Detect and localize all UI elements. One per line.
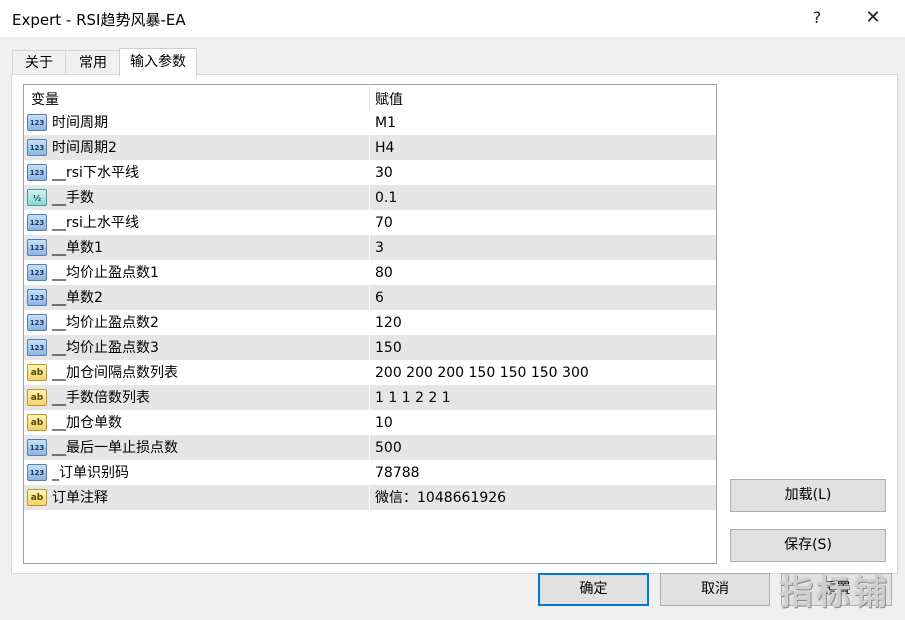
variable-name: __手数倍数列表 <box>52 390 150 406</box>
integer-type-icon: 123 <box>27 314 47 331</box>
variable-value[interactable]: 120 <box>375 311 402 336</box>
variable-value[interactable]: 80 <box>375 261 393 286</box>
ok-button[interactable]: 确定 <box>538 573 649 606</box>
variable-value[interactable]: 微信：1048661926 <box>375 486 506 511</box>
variable-value[interactable]: 6 <box>375 286 384 311</box>
cell-divider <box>369 236 370 261</box>
window-title: Expert - RSI趋势风暴-EA <box>12 11 186 29</box>
table-row[interactable]: 123 __rsi上水平线 70 <box>24 211 716 236</box>
variable-name: __加仓间隔点数列表 <box>52 365 178 381</box>
integer-type-icon: 123 <box>27 439 47 456</box>
title-bar: Expert - RSI趋势风暴-EA ? ✕ <box>0 0 905 37</box>
table-row[interactable]: 123 __均价止盈点数2 120 <box>24 311 716 336</box>
tab-inputs[interactable]: 输入参数 <box>119 48 197 77</box>
table-row[interactable]: ab __手数倍数列表 1 1 1 2 2 1 <box>24 386 716 411</box>
cancel-button[interactable]: 取消 <box>660 573 770 606</box>
tab-about[interactable]: 关于 <box>12 50 66 75</box>
cell-divider <box>369 136 370 161</box>
table-row[interactable]: 123 时间周期 M1 <box>24 111 716 136</box>
cell-divider <box>369 286 370 311</box>
variable-name: 时间周期 <box>52 115 108 131</box>
variable-value[interactable]: 30 <box>375 161 393 186</box>
double-type-icon: ½ <box>27 189 47 206</box>
cell-divider <box>369 386 370 411</box>
variable-value[interactable]: 200 200 200 150 150 150 300 <box>375 361 589 386</box>
cell-divider <box>369 461 370 486</box>
string-type-icon: ab <box>27 489 47 506</box>
cell-divider <box>369 336 370 361</box>
table-row[interactable]: ½ __手数 0.1 <box>24 186 716 211</box>
table-row[interactable]: 123 __均价止盈点数3 150 <box>24 336 716 361</box>
variable-name: __均价止盈点数1 <box>52 265 159 281</box>
variable-name: __加仓单数 <box>52 415 122 431</box>
table-row[interactable]: 123 时间周期2 H4 <box>24 136 716 161</box>
grid-header: 变量 赋值 <box>24 85 716 111</box>
variable-name: 时间周期2 <box>52 140 117 156</box>
variable-name: __单数1 <box>52 240 103 256</box>
integer-type-icon: 123 <box>27 164 47 181</box>
column-header-variable[interactable]: 变量 <box>31 85 59 111</box>
integer-type-icon: 123 <box>27 139 47 156</box>
variable-value[interactable]: M1 <box>375 111 396 136</box>
variable-name: 订单注释 <box>52 490 108 506</box>
integer-type-icon: 123 <box>27 114 47 131</box>
variable-value[interactable]: 3 <box>375 236 384 261</box>
variable-value[interactable]: 70 <box>375 211 393 236</box>
watermark-logo: 指标铺 <box>779 573 890 613</box>
table-row[interactable]: 123 __单数2 6 <box>24 286 716 311</box>
integer-type-icon: 123 <box>27 289 47 306</box>
cell-divider <box>369 361 370 386</box>
variable-value[interactable]: 10 <box>375 411 393 436</box>
cell-divider <box>369 111 370 136</box>
variable-name: _订单识别码 <box>52 465 129 481</box>
table-row[interactable]: 123 __单数1 3 <box>24 236 716 261</box>
integer-type-icon: 123 <box>27 264 47 281</box>
table-row[interactable]: 123 _订单识别码 78788 <box>24 461 716 486</box>
cell-divider <box>369 161 370 186</box>
save-button[interactable]: 保存(S) <box>730 529 886 562</box>
variable-name: __rsi上水平线 <box>52 215 139 231</box>
cell-divider <box>369 211 370 236</box>
variable-value[interactable]: 1 1 1 2 2 1 <box>375 386 451 411</box>
variable-name: __最后一单止损点数 <box>52 440 178 456</box>
cell-divider <box>369 411 370 436</box>
tab-common[interactable]: 常用 <box>65 50 121 75</box>
close-button[interactable]: ✕ <box>851 4 895 32</box>
cell-divider <box>369 436 370 461</box>
table-row[interactable]: ab __加仓单数 10 <box>24 411 716 436</box>
cell-divider <box>369 311 370 336</box>
help-button[interactable]: ? <box>795 4 839 32</box>
variable-value[interactable]: H4 <box>375 136 394 161</box>
variable-name: __均价止盈点数2 <box>52 315 159 331</box>
table-row[interactable]: 123 __最后一单止损点数 500 <box>24 436 716 461</box>
string-type-icon: ab <box>27 364 47 381</box>
variable-value[interactable]: 500 <box>375 436 402 461</box>
grid-rows: 123 时间周期 M1 123 时间周期2 H4 123 __rsi下水平线 30 ½ __手数 0.… <box>24 111 716 511</box>
cell-divider <box>369 186 370 211</box>
variable-value[interactable]: 78788 <box>375 461 420 486</box>
column-divider[interactable] <box>369 86 370 110</box>
variable-value[interactable]: 0.1 <box>375 186 397 211</box>
string-type-icon: ab <box>27 414 47 431</box>
column-header-value[interactable]: 赋值 <box>375 85 403 111</box>
variable-value[interactable]: 150 <box>375 336 402 361</box>
cell-divider <box>369 486 370 511</box>
cell-divider <box>369 261 370 286</box>
variable-name: __均价止盈点数3 <box>52 340 159 356</box>
integer-type-icon: 123 <box>27 339 47 356</box>
integer-type-icon: 123 <box>27 464 47 481</box>
table-row[interactable]: ab __加仓间隔点数列表 200 200 200 150 150 150 300 <box>24 361 716 386</box>
variable-name: __单数2 <box>52 290 103 306</box>
variable-name: __rsi下水平线 <box>52 165 139 181</box>
string-type-icon: ab <box>27 389 47 406</box>
variable-name: __手数 <box>52 190 94 206</box>
parameters-grid: 变量 赋值 123 时间周期 M1 123 时间周期2 H4 123 __rsi下水平线 30 ½… <box>23 84 717 564</box>
table-row[interactable]: ab 订单注释 微信：1048661926 <box>24 486 716 511</box>
table-row[interactable]: 123 __rsi下水平线 30 <box>24 161 716 186</box>
integer-type-icon: 123 <box>27 214 47 231</box>
load-button[interactable]: 加载(L) <box>730 479 886 512</box>
integer-type-icon: 123 <box>27 239 47 256</box>
table-row[interactable]: 123 __均价止盈点数1 80 <box>24 261 716 286</box>
